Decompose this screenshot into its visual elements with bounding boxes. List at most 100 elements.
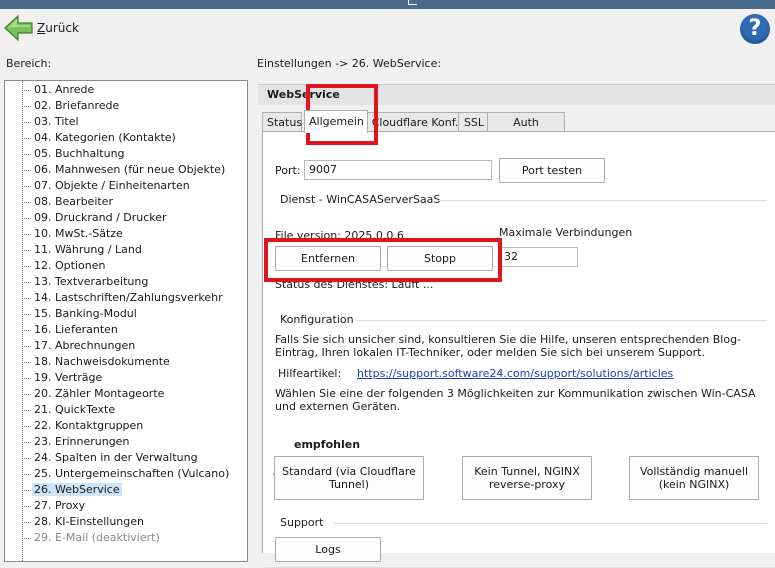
- sidebar-item-label: 21. QuickTexte: [34, 403, 116, 416]
- tree-connector: [22, 281, 31, 283]
- sidebar-item[interactable]: 06. Mahnwesen (für neue Objekte): [22, 162, 227, 178]
- sidebar-item[interactable]: 09. Druckrand / Drucker: [22, 210, 169, 226]
- service-heading: Dienst - WinCASAServerSaaS: [280, 193, 441, 206]
- tree-connector: [22, 105, 31, 107]
- sidebar-item[interactable]: 08. Bearbeiter: [22, 194, 115, 210]
- sidebar-item[interactable]: 04. Kategorien (Kontakte): [22, 130, 178, 146]
- sidebar-item-label: 01. Anrede: [34, 83, 95, 96]
- option-manual-button[interactable]: Vollständig manuell (kein NGINX): [629, 456, 759, 500]
- port-test-button[interactable]: Port testen: [499, 158, 605, 183]
- sidebar-item[interactable]: 19. Verträge: [22, 370, 104, 386]
- sidebar-item-label: 27. Proxy: [34, 499, 86, 512]
- settings-tree[interactable]: 01. Anrede 02. Briefanrede 03. Titel 04. Ka…: [4, 80, 248, 562]
- back-arrow-icon: [4, 14, 33, 42]
- sidebar-item[interactable]: 10. MwSt.-Sätze: [22, 226, 125, 242]
- sidebar-item[interactable]: 26. WebService: [22, 482, 122, 498]
- sidebar-item[interactable]: 21. QuickTexte: [22, 402, 117, 418]
- recommended-label: empfohlen: [294, 438, 361, 451]
- sidebar-item[interactable]: 15. Banking-Modul: [22, 306, 139, 322]
- sidebar-item[interactable]: 18. Nachweisdokumente: [22, 354, 172, 370]
- back-button[interactable]: Zurück: [4, 14, 79, 42]
- tree-connector: [22, 345, 31, 347]
- sidebar-item-label: 20. Zähler Montageorte: [34, 387, 165, 400]
- tree-connector: [22, 329, 31, 331]
- config-help-text: Falls Sie sich unsicher sind, konsultier…: [275, 333, 742, 359]
- port-label: Port:: [275, 164, 301, 177]
- sidebar-item-label: 11. Währung / Land: [34, 243, 142, 256]
- sidebar-item[interactable]: 25. Untergemeinschaften (Vulcano): [22, 466, 231, 482]
- tree-connector: [22, 457, 31, 459]
- tree-connector: [22, 537, 31, 539]
- option-nginx-button[interactable]: Kein Tunnel, NGINX reverse-proxy: [462, 456, 592, 500]
- sidebar-item[interactable]: 22. Kontaktgruppen: [22, 418, 145, 434]
- sidebar-item[interactable]: 05. Buchhaltung: [22, 146, 127, 162]
- sidebar-item[interactable]: 12. Optionen: [22, 258, 107, 274]
- choose-option-text: Wählen Sie eine der folgenden 3 Möglichk…: [275, 387, 756, 413]
- sidebar-item-label: 25. Untergemeinschaften (Vulcano): [34, 467, 230, 480]
- sidebar-item-label: 02. Briefanrede: [34, 99, 120, 112]
- tree-connector: [22, 137, 31, 139]
- tab-cloudflare[interactable]: Cloudflare Konf.: [366, 112, 464, 132]
- highlight-box-buttons: [264, 238, 502, 282]
- max-connections-field[interactable]: 32: [499, 247, 578, 267]
- tree-connector: [22, 505, 31, 507]
- tree-connector: [22, 361, 31, 363]
- tree-connector: [22, 489, 31, 491]
- sidebar-item[interactable]: 17. Abrechnungen: [22, 338, 137, 354]
- sidebar-item[interactable]: 16. Lieferanten: [22, 322, 120, 338]
- sidebar-item[interactable]: 20. Zähler Montageorte: [22, 386, 166, 402]
- help-article-label: Hilfeartikel:: [278, 367, 342, 380]
- sidebar-item[interactable]: 27. Proxy: [22, 498, 87, 514]
- sidebar-item[interactable]: 14. Lastschriften/Zahlungsverkehr: [22, 290, 225, 306]
- sidebar-item-label: 16. Lieferanten: [34, 323, 118, 336]
- sidebar-item-label: 22. Kontaktgruppen: [34, 419, 144, 432]
- sidebar-item[interactable]: 28. KI-Einstellungen: [22, 514, 146, 530]
- tab-auth-projects[interactable]: Auth Projects: [487, 112, 565, 148]
- tab-content: Port: 9007 Port testen Dienst - WinCASAS…: [262, 131, 775, 568]
- sidebar-item[interactable]: 23. Erinnerungen: [22, 434, 131, 450]
- tree-connector: [22, 441, 31, 443]
- option-standard-button[interactable]: Standard (via Cloudflare Tunnel): [274, 456, 424, 500]
- tree-connector: [22, 265, 31, 267]
- tab-ssl[interactable]: SSL: [458, 112, 490, 132]
- sidebar-item-label: 14. Lastschriften/Zahlungsverkehr: [34, 291, 223, 304]
- sidebar-item-label: 05. Buchhaltung: [34, 147, 125, 160]
- sidebar-item[interactable]: 24. Spalten in der Verwaltung: [22, 450, 200, 466]
- sidebar-item[interactable]: 11. Währung / Land: [22, 242, 144, 258]
- tab-status[interactable]: Status: [262, 112, 302, 132]
- sidebar-item-label: 26. WebService: [32, 483, 122, 496]
- help-icon[interactable]: ?: [740, 14, 770, 44]
- help-article-link[interactable]: https://support.software24.com/support/s…: [357, 367, 673, 380]
- sidebar-item-label: 13. Textverarbeitung: [34, 275, 149, 288]
- sidebar-item-label: 09. Druckrand / Drucker: [34, 211, 167, 224]
- tree-connector: [22, 393, 31, 395]
- port-field[interactable]: 9007: [304, 160, 492, 180]
- sidebar-item[interactable]: 13. Textverarbeitung: [22, 274, 150, 290]
- sidebar-item-label: 06. Mahnwesen (für neue Objekte): [34, 163, 226, 176]
- divider: [437, 200, 767, 201]
- sidebar-item[interactable]: 03. Titel: [22, 114, 81, 130]
- window-titlebar: [0, 0, 775, 9]
- sidebar-item[interactable]: 29. E-Mail (deaktiviert): [22, 530, 162, 546]
- support-heading: Support: [280, 516, 324, 529]
- config-heading: Konfiguration: [280, 313, 354, 326]
- tree-connector: [22, 249, 31, 251]
- logs-button[interactable]: Logs: [275, 537, 381, 562]
- tree-connector: [22, 425, 31, 427]
- divider: [357, 320, 767, 321]
- tree-connector: [22, 169, 31, 171]
- sidebar-item-label: 29. E-Mail (deaktiviert): [34, 531, 160, 544]
- sidebar-item[interactable]: 07. Objekte / Einheitenarten: [22, 178, 192, 194]
- sidebar-item-label: 08. Bearbeiter: [34, 195, 113, 208]
- tree-connector: [22, 297, 31, 299]
- tree-connector: [22, 473, 31, 475]
- tree-connector: [22, 409, 31, 411]
- sidebar-item-label: 07. Objekte / Einheitenarten: [34, 179, 190, 192]
- tree-connector: [22, 121, 31, 123]
- tab-allgemein[interactable]: Allgemein: [304, 110, 368, 133]
- sidebar-item[interactable]: 01. Anrede: [22, 82, 96, 98]
- sidebar-item-label: 03. Titel: [34, 115, 79, 128]
- sidebar-item[interactable]: 02. Briefanrede: [22, 98, 121, 114]
- tree-connector: [22, 185, 31, 187]
- tree-connector: [22, 377, 31, 379]
